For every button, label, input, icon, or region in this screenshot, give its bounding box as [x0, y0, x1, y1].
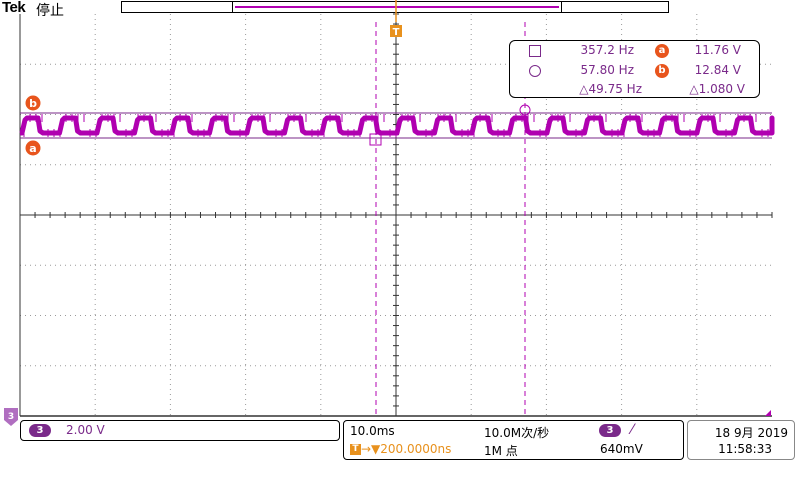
datetime-box: 18 9月 2019 11:58:33 — [687, 420, 795, 460]
delta-voltage: △1.080 V — [689, 82, 745, 96]
sample-rate: 10.0M次/秒 — [484, 426, 550, 440]
trigger-position-value: →▼200.0000ns — [361, 442, 452, 456]
channel3-ground-label: 3 — [8, 412, 14, 422]
trigger-slope-icon: ⁄ — [631, 422, 634, 438]
channel3-badge: 3 — [29, 424, 51, 437]
cursor-a-voltage: 11.76 V — [694, 43, 741, 57]
trigger-channel-badge: 3 — [599, 424, 621, 437]
trigger-level: 640mV — [600, 442, 643, 456]
cursor-b-voltage: 12.84 V — [694, 63, 741, 77]
circle-cursor-frequency: 57.80 Hz — [580, 63, 635, 77]
cursor-readout-panel: 357.2 Hz 57.80 Hz △49.75 Hz a 11.76 V b … — [509, 40, 760, 98]
cursor-b-readout-icon: b — [655, 64, 669, 78]
square-cursor-frequency: 357.2 Hz — [580, 43, 635, 57]
date-readout: 18 9月 2019 — [714, 426, 788, 440]
cursor-a-readout-icon: a — [655, 44, 669, 58]
cursor-a-badge-label: a — [29, 142, 36, 155]
channel3-vertical-scale: 2.00 V — [66, 423, 105, 437]
trigger-point-label: T — [393, 27, 400, 38]
trigger-icon: T — [350, 444, 361, 455]
offscreen-arrow-icon — [765, 410, 771, 416]
square-cursor-icon — [529, 45, 541, 57]
trigger-position-readout: T →▼200.0000ns — [350, 442, 451, 456]
delta-frequency: △49.75 Hz — [579, 82, 642, 96]
cursor-b-badge-label: b — [29, 97, 37, 110]
circle-cursor-icon — [529, 65, 541, 77]
timebase-trigger-box[interactable]: 10.0ms T →▼200.0000ns 10.0M次/秒 1M 点 3 ⁄ 6… — [343, 420, 684, 460]
record-length: 1M 点 — [484, 444, 518, 458]
timebase-scale: 10.0ms — [350, 424, 395, 438]
time-readout: 11:58:33 — [718, 442, 772, 456]
channel3-settings-box[interactable]: 3 2.00 V — [20, 420, 340, 441]
